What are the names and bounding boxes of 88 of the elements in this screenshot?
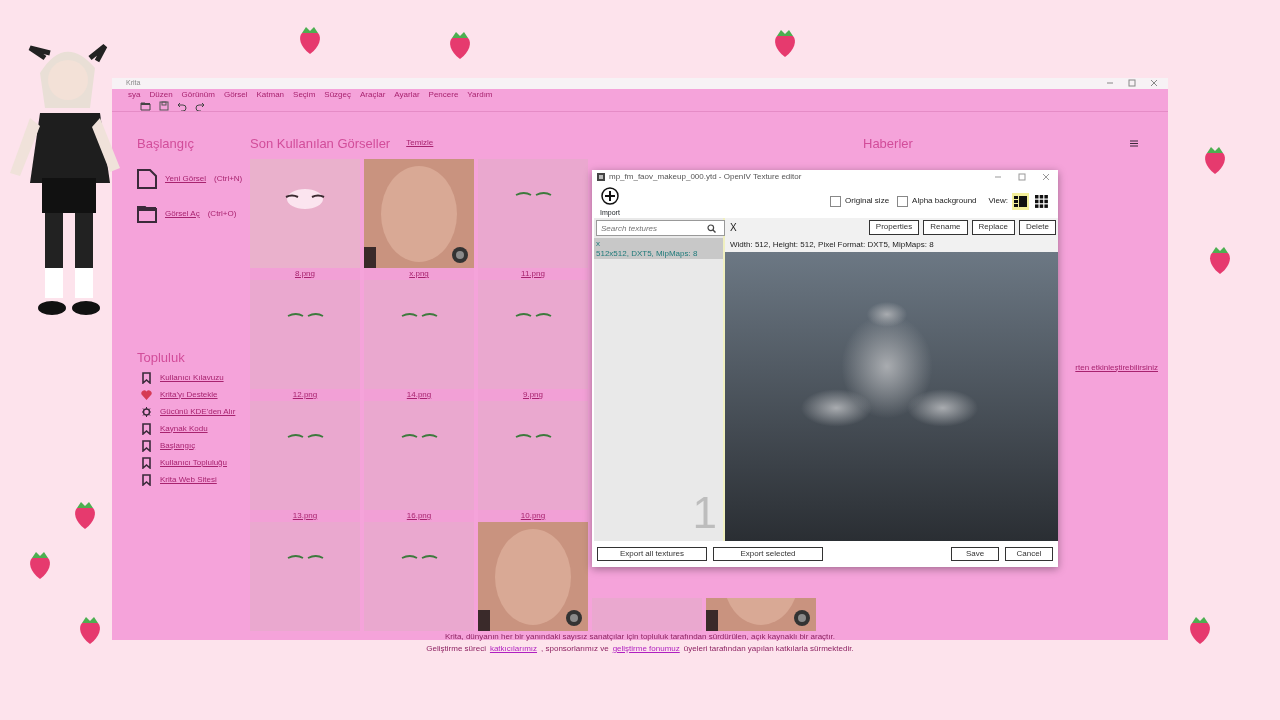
menu-item[interactable]: Yardım: [467, 88, 493, 101]
footer-link[interactable]: katkıcılarımız: [489, 643, 538, 655]
menu-item[interactable]: Araçlar: [360, 88, 386, 101]
document-icon: [137, 169, 157, 189]
gear-icon: [141, 405, 152, 418]
footer-text: üyeleri tarafından yapılan katkılarla sürmektedir.: [683, 643, 854, 655]
shortcut-label: (Ctrl+O): [207, 208, 237, 220]
file-name-link[interactable]: 14.png: [364, 389, 474, 401]
footer-text: Krita, dünyanın her bir yanındaki sayısız sanatçılar için topluluk tarafından sürdürülen, açık kaynaklı bir araçtır.: [445, 631, 835, 643]
shortcut-label: (Ctrl+N): [214, 173, 243, 185]
start-link[interactable]: Yeni Görsel: [165, 173, 207, 185]
window-title: mp_fm_faov_makeup_000.ytd - OpenIV Texture editor: [609, 171, 802, 183]
app-icon: [597, 173, 605, 181]
strawberry-icon: [78, 615, 102, 645]
strawberry-icon: [1208, 245, 1232, 275]
bookmark-icon: [141, 473, 152, 486]
file-name-link[interactable]: 16.png: [364, 510, 474, 522]
file-name-link[interactable]: 8.png: [250, 268, 360, 280]
start-link[interactable]: Görsel Aç: [165, 208, 200, 220]
export-button[interactable]: Export selected: [713, 546, 823, 562]
community-link[interactable]: Kullanıcı Kılavuzu: [160, 371, 224, 384]
menu-item[interactable]: Görsel: [223, 88, 248, 101]
search-field[interactable]: Search textures: [596, 220, 725, 236]
action-button[interactable]: Delete: [1018, 220, 1056, 235]
file-name-link[interactable]: 10.png: [478, 510, 588, 522]
file-name-link[interactable]: 12.png: [250, 389, 360, 401]
close-icon[interactable]: [1042, 173, 1050, 181]
heart-icon: [141, 388, 152, 401]
strawberry-icon: [1203, 145, 1227, 175]
strawberry-icon: [773, 28, 797, 58]
list-view-icon[interactable]: [1012, 192, 1029, 210]
bookmark-icon: [141, 456, 152, 469]
bookmark-icon: [141, 439, 152, 452]
footer-link[interactable]: geliştirme fonumuz: [612, 643, 680, 655]
folder-icon: [137, 205, 157, 223]
community-link[interactable]: Gücünü KDE'den Alır: [160, 405, 236, 418]
file-name-link[interactable]: 9.png: [478, 389, 588, 401]
texture-name: X: [730, 221, 737, 235]
save-icon[interactable]: [159, 100, 169, 111]
section-heading: Haberler: [862, 134, 913, 153]
file-name-link[interactable]: x.png: [364, 268, 474, 280]
community-link[interactable]: Krita'yı Destekle: [160, 388, 218, 401]
strawberry-icon: [1188, 615, 1212, 645]
strawberry-icon: [73, 500, 97, 530]
redo-icon[interactable]: [195, 100, 205, 111]
menu-item[interactable]: Katman: [256, 88, 285, 101]
texture-details: Width: 512, Height: 512, Pixel Format: DXT5, MipMaps: 8: [730, 239, 935, 251]
action-button[interactable]: Rename: [923, 220, 968, 235]
view-label: View:: [988, 195, 1008, 207]
menu-item[interactable]: Süzgeç: [324, 88, 351, 101]
menu-item[interactable]: Pencere: [428, 88, 459, 101]
menu-icon[interactable]: [1130, 139, 1138, 147]
file-name-link[interactable]: 13.png: [250, 510, 360, 522]
texture-list-item[interactable]: x 512x512, DXT5, MipMaps: 8: [594, 238, 723, 260]
menu-item[interactable]: Ayarlar: [394, 88, 420, 101]
dialog-button[interactable]: Cancel: [1005, 546, 1053, 562]
community-link[interactable]: Kullanıcı Topluluğu: [160, 456, 227, 469]
search-icon[interactable]: [707, 224, 716, 233]
undo-icon[interactable]: [177, 100, 187, 111]
checkbox-option[interactable]: Alpha background: [897, 195, 977, 207]
footer-text: Geliştirme süreci: [426, 643, 486, 655]
section-heading: Son Kullanılan Görseller: [250, 134, 391, 153]
strawberry-icon: [448, 30, 472, 60]
menu-item[interactable]: Seçim: [293, 88, 316, 101]
action-button[interactable]: Replace: [971, 220, 1015, 235]
folder-icon[interactable]: [140, 100, 151, 111]
strawberry-icon: [298, 25, 322, 55]
community-link[interactable]: Kaynak Kodu: [160, 422, 208, 435]
footer-text: , sponsorlarımız ve: [541, 643, 609, 655]
menu-item[interactable]: Görünüm: [181, 88, 215, 101]
checkbox-option[interactable]: Original size: [830, 195, 890, 207]
section-heading: Başlangıç: [137, 134, 196, 153]
section-heading: Topluluk: [137, 349, 186, 367]
grid-view-icon[interactable]: [1033, 192, 1050, 210]
export-button[interactable]: Export all textures: [597, 546, 707, 562]
menu-item[interactable]: sya: [128, 88, 141, 101]
community-link[interactable]: Başlangıç: [160, 439, 196, 452]
bookmark-icon: [141, 422, 152, 435]
close-icon[interactable]: [1150, 79, 1158, 88]
file-name-link[interactable]: 11.png: [478, 268, 588, 280]
news-link[interactable]: rten etkinleştirebilirsiniz: [1075, 361, 1158, 374]
menu-item[interactable]: Düzen: [149, 88, 173, 101]
dialog-button[interactable]: Save: [951, 546, 999, 562]
strawberry-icon: [28, 550, 52, 580]
action-button[interactable]: Properties: [868, 220, 920, 235]
clear-link[interactable]: Temizle: [406, 137, 434, 150]
community-link[interactable]: Krita Web Sitesi: [160, 473, 217, 486]
bookmark-icon: [141, 371, 152, 384]
